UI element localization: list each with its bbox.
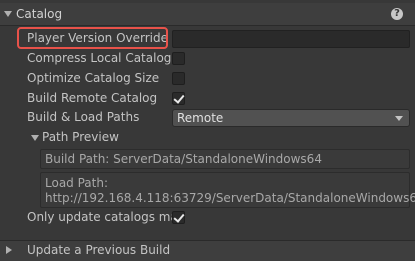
load-path-label: Load Path: (45, 176, 109, 190)
compress-local-catalog-label: Compress Local Catalog (27, 51, 172, 65)
load-path-value: http://192.168.4.118:63729/ServerData/St… (45, 191, 415, 205)
player-version-override-input[interactable] (172, 30, 410, 48)
optimize-catalog-size-checkbox[interactable] (172, 72, 185, 85)
compress-local-catalog-checkbox[interactable] (172, 52, 185, 65)
only-update-catalogs-label: Only update catalogs mar (27, 210, 183, 224)
catalog-section-header[interactable]: Catalog ? (0, 3, 415, 26)
check-icon (173, 211, 185, 223)
help-icon[interactable]: ? (391, 8, 403, 20)
optimize-catalog-size-row: Optimize Catalog Size (0, 69, 415, 89)
build-path-box: Build Path: ServerData/StandaloneWindows… (40, 149, 410, 169)
foldout-down-icon[interactable] (4, 11, 12, 17)
build-path-text: Build Path: ServerData/StandaloneWindows… (45, 152, 322, 166)
check-icon (173, 92, 185, 104)
build-load-paths-label: Build & Load Paths (27, 110, 140, 124)
chevron-down-icon (395, 116, 403, 121)
only-update-catalogs-row: Only update catalogs mar (0, 208, 415, 228)
update-previous-build-section-header[interactable]: Update a Previous Build (0, 240, 415, 261)
only-update-catalogs-checkbox[interactable] (172, 211, 185, 224)
optimize-catalog-size-label: Optimize Catalog Size (27, 71, 160, 85)
highlight-box (17, 27, 168, 49)
update-previous-build-title: Update a Previous Build (27, 243, 171, 257)
path-preview-foldout[interactable]: Path Preview (0, 128, 415, 148)
build-load-paths-dropdown[interactable]: Remote (172, 109, 410, 127)
build-remote-catalog-row: Build Remote Catalog (0, 89, 415, 109)
path-preview-label: Path Preview (42, 130, 119, 144)
build-remote-catalog-checkbox[interactable] (172, 92, 185, 105)
foldout-right-icon[interactable] (6, 246, 12, 254)
load-path-box: Load Path: http://192.168.4.118:63729/Se… (40, 172, 415, 208)
compress-local-catalog-row: Compress Local Catalog (0, 49, 415, 69)
section-title: Catalog (16, 7, 63, 21)
build-load-paths-row: Build & Load Paths Remote (0, 108, 415, 128)
build-remote-catalog-label: Build Remote Catalog (27, 91, 158, 105)
foldout-down-icon[interactable] (31, 135, 39, 141)
dropdown-selected-value: Remote (177, 111, 224, 125)
